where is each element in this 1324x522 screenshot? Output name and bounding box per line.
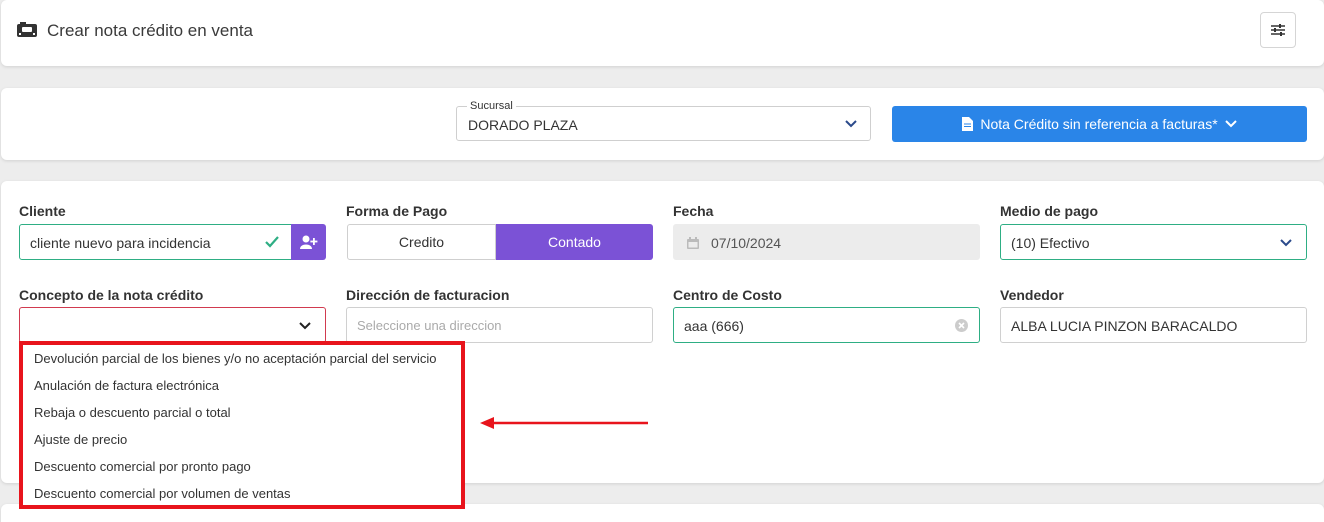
- fecha-value: 07/10/2024: [711, 235, 782, 251]
- toolbar-card: Sucursal DORADO PLAZA Nota Crédito sin r…: [1, 88, 1324, 160]
- settings-button[interactable]: [1260, 12, 1296, 48]
- add-user-button[interactable]: [291, 224, 326, 260]
- cash-register-icon: [17, 22, 37, 37]
- sucursal-value: DORADO PLAZA: [468, 117, 578, 133]
- concepto-option[interactable]: Descuento comercial por volumen de venta…: [34, 486, 291, 501]
- centro-costo-value: aaa (666): [684, 318, 744, 334]
- clear-icon[interactable]: [955, 319, 968, 332]
- sucursal-select[interactable]: Sucursal DORADO PLAZA: [456, 100, 871, 141]
- concepto-select[interactable]: [19, 307, 326, 343]
- centro-costo-label: Centro de Costo: [673, 287, 782, 303]
- chevron-down-icon: [299, 322, 311, 330]
- sucursal-label: Sucursal: [467, 100, 516, 112]
- vendedor-label: Vendedor: [1000, 287, 1064, 303]
- cliente-label: Cliente: [19, 203, 66, 219]
- annotation-arrow: [480, 417, 648, 429]
- file-icon: [962, 117, 974, 131]
- concepto-label: Concepto de la nota crédito: [19, 287, 204, 303]
- concepto-option[interactable]: Rebaja o descuento parcial o total: [34, 405, 231, 420]
- vendedor-input[interactable]: ALBA LUCIA PINZON BARACALDO: [1000, 307, 1307, 343]
- chevron-down-icon: [845, 120, 857, 128]
- concepto-option[interactable]: Anulación de factura electrónica: [34, 378, 219, 393]
- forma-pago-contado-button[interactable]: Contado: [496, 224, 653, 260]
- forma-pago-label: Forma de Pago: [346, 203, 448, 219]
- direccion-label: Dirección de facturacion: [346, 287, 510, 303]
- cliente-input[interactable]: cliente nuevo para incidencia: [19, 224, 292, 260]
- medio-pago-select[interactable]: (10) Efectivo: [1000, 224, 1307, 260]
- calendar-icon: [687, 237, 699, 249]
- page-title: Crear nota crédito en venta: [47, 21, 254, 40]
- user-plus-icon: [299, 235, 317, 249]
- header-card: Crear nota crédito en venta: [1, 0, 1324, 66]
- forma-pago-credito-button[interactable]: Credito: [347, 224, 496, 260]
- direccion-input[interactable]: Seleccione una direccion: [346, 307, 653, 343]
- vendedor-value: ALBA LUCIA PINZON BARACALDO: [1011, 318, 1238, 334]
- centro-costo-select[interactable]: aaa (666): [673, 307, 980, 343]
- medio-pago-value: (10) Efectivo: [1011, 235, 1090, 251]
- chevron-down-icon: [1224, 120, 1237, 128]
- concepto-option[interactable]: Devolución parcial de los bienes y/o no …: [34, 351, 437, 366]
- concepto-option[interactable]: Ajuste de precio: [34, 432, 127, 447]
- fecha-input[interactable]: 07/10/2024: [673, 224, 980, 260]
- cliente-value: cliente nuevo para incidencia: [30, 235, 211, 251]
- direccion-placeholder: Seleccione una direccion: [357, 318, 502, 333]
- concepto-option[interactable]: Descuento comercial por pronto pago: [34, 459, 251, 474]
- concepto-dropdown-list: Devolución parcial de los bienes y/o no …: [19, 341, 465, 509]
- nota-credito-button-label: Nota Crédito sin referencia a facturas*: [980, 116, 1218, 132]
- fecha-label: Fecha: [673, 203, 714, 219]
- nota-credito-type-button[interactable]: Nota Crédito sin referencia a facturas*: [892, 106, 1307, 142]
- sliders-icon: [1271, 24, 1285, 36]
- check-icon: [265, 236, 279, 248]
- chevron-down-icon: [1280, 239, 1292, 247]
- medio-pago-label: Medio de pago: [1000, 203, 1098, 219]
